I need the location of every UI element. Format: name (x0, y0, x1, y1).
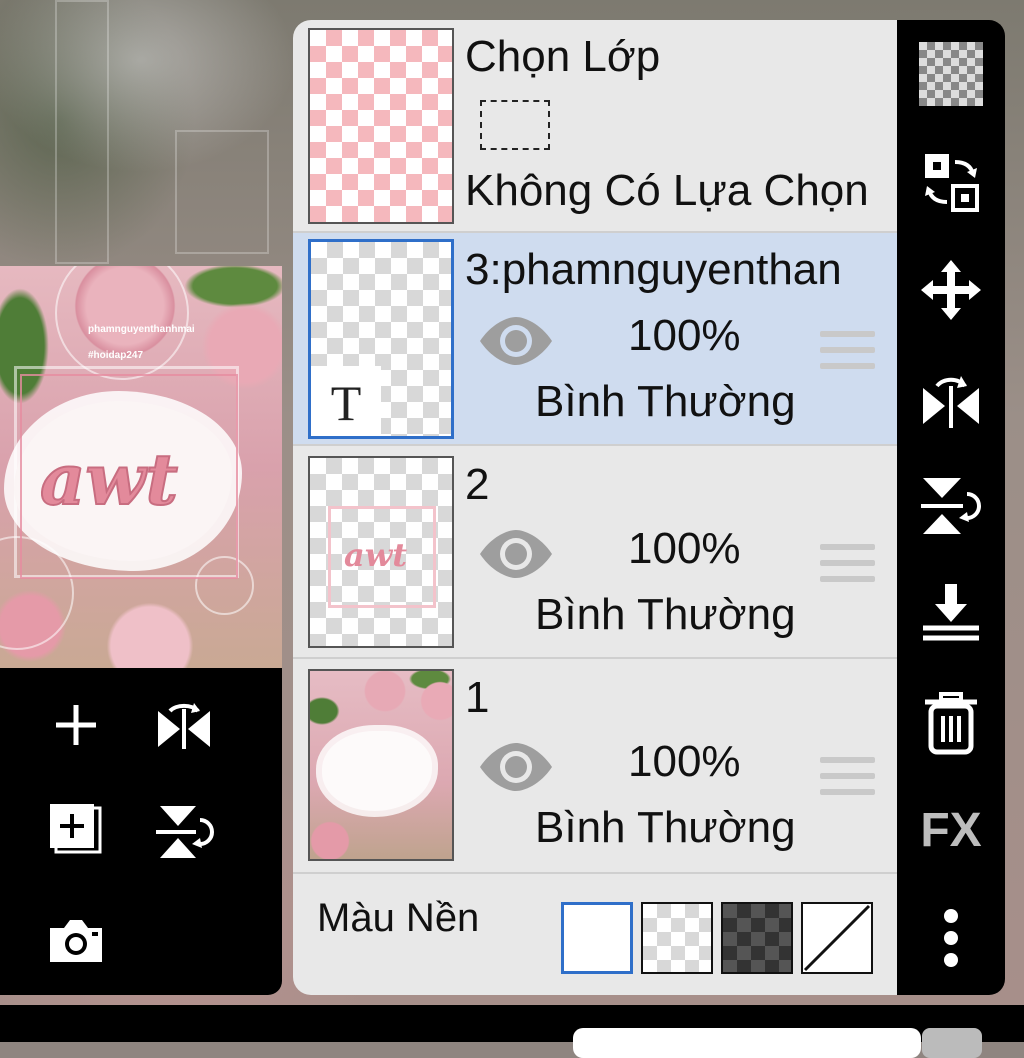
background-color-label: Màu Nền (317, 896, 480, 940)
thumb-art-text: awt (344, 536, 408, 574)
selection-layer-row[interactable]: Chọn Lớp Không Có Lựa Chọn (293, 20, 903, 233)
right-toolbar: FX (897, 20, 1005, 995)
layer-row-2[interactable]: awt 2 100% Bình Thường (293, 446, 903, 659)
canvas-preview[interactable]: phamnguyenthanhmai #hoidap247 awt (0, 266, 282, 668)
layer-1-blend-mode[interactable]: Bình Thường (535, 803, 796, 853)
drag-handle-icon[interactable] (820, 757, 875, 805)
layer-3-opacity[interactable]: 100% (628, 311, 741, 361)
delete-icon[interactable] (917, 688, 985, 756)
camera-icon[interactable] (44, 908, 108, 972)
bg-frame-decor (55, 0, 109, 264)
bg-swatch-none[interactable] (801, 902, 873, 974)
bg-frame-decor (175, 130, 269, 254)
selection-status: Không Có Lựa Chọn (465, 166, 869, 215)
flip-horizontal-icon[interactable] (917, 364, 985, 432)
background-color-row: Màu Nền (293, 878, 903, 995)
diagonal-line-icon (803, 904, 871, 972)
swap-layers-icon[interactable] (917, 148, 985, 216)
drag-handle-icon[interactable] (820, 331, 875, 379)
left-toolbar (0, 668, 282, 995)
layer-1-opacity[interactable]: 100% (628, 737, 741, 787)
flip-horizontal-icon[interactable] (152, 693, 216, 757)
fx-icon[interactable]: FX (917, 796, 985, 864)
selection-marquee-icon (480, 100, 550, 150)
add-copy-layer-icon[interactable] (44, 800, 108, 864)
visibility-eye-icon[interactable] (478, 741, 554, 793)
add-layer-icon[interactable] (44, 693, 108, 757)
move-icon[interactable] (917, 256, 985, 324)
bg-swatch-transparent-dark[interactable] (721, 902, 793, 974)
preview-circle-decor (55, 266, 189, 380)
bg-swatch-transparent-light[interactable] (641, 902, 713, 974)
layers-panel: Chọn Lớp Không Có Lựa Chọn T 3:phamnguye… (293, 20, 903, 995)
selection-layer-title: Chọn Lớp (465, 32, 661, 81)
layer-1-thumbnail[interactable] (308, 669, 454, 861)
checkerboard-icon[interactable] (917, 40, 985, 108)
drag-handle-icon[interactable] (820, 544, 875, 592)
layer-1-name: 1 (465, 673, 490, 722)
more-icon[interactable] (917, 904, 985, 972)
layer-2-name: 2 (465, 460, 490, 509)
thumb-flower (322, 731, 432, 811)
layer-3-blend-mode[interactable]: Bình Thường (535, 377, 796, 427)
preview-watermark-tag: #hoidap247 (88, 350, 144, 361)
merge-down-icon[interactable] (917, 580, 985, 648)
layer-2-thumbnail[interactable]: awt (308, 456, 454, 648)
preview-watermark-name: phamnguyenthanhmai (88, 324, 195, 335)
layer-2-opacity[interactable]: 100% (628, 524, 741, 574)
visibility-eye-icon[interactable] (478, 315, 554, 367)
selection-thumbnail (308, 28, 454, 224)
layer-3-thumbnail[interactable]: T (308, 239, 454, 439)
flip-vertical-icon[interactable] (152, 800, 216, 864)
bottom-button[interactable] (922, 1028, 982, 1058)
text-layer-icon: T (311, 366, 381, 436)
visibility-eye-icon[interactable] (478, 528, 554, 580)
bg-swatch-white[interactable] (561, 902, 633, 974)
layer-3-name: 3:phamnguyenthan (465, 245, 842, 294)
bottom-input-field[interactable] (573, 1028, 921, 1058)
layer-2-blend-mode[interactable]: Bình Thường (535, 590, 796, 640)
layer-row-1[interactable]: 1 100% Bình Thường (293, 659, 903, 874)
layer-row-3[interactable]: T 3:phamnguyenthan 100% Bình Thường (293, 233, 903, 446)
preview-art-text: awt (39, 437, 179, 522)
flip-vertical-icon[interactable] (917, 472, 985, 540)
